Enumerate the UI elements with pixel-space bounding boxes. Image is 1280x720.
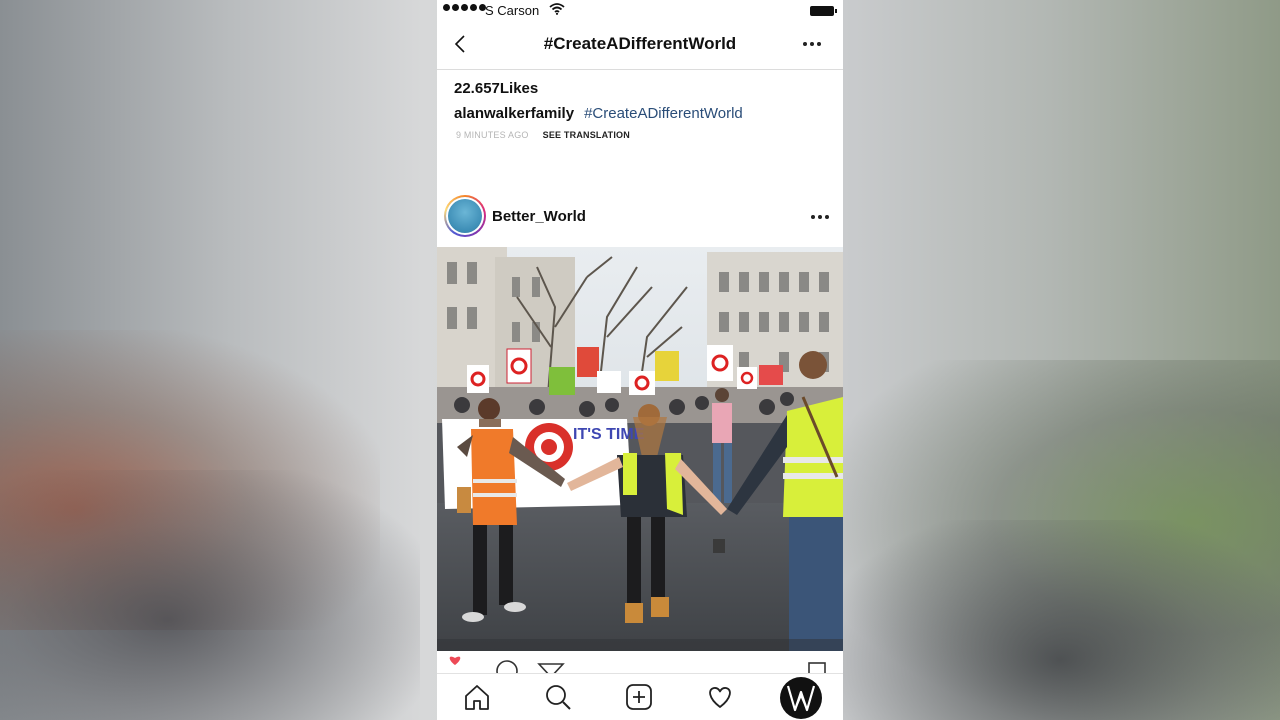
caption-username[interactable]: alanwalkerfamily: [454, 105, 574, 122]
home-tab[interactable]: [462, 682, 492, 712]
story-ring[interactable]: [444, 195, 486, 237]
activity-tab[interactable]: [705, 682, 735, 712]
home-icon: [465, 685, 489, 710]
see-translation-link[interactable]: SEE TRANSLATION: [543, 130, 630, 140]
post-action-bar: [437, 651, 843, 682]
signal-strength-icon: [443, 4, 486, 11]
caption: alanwalkerfamily #CreateADifferentWorld: [454, 105, 743, 122]
like-heart-icon[interactable]: [449, 656, 461, 665]
bookmark-icon[interactable]: [808, 662, 826, 678]
post-header: Better_World: [437, 192, 843, 242]
post-username[interactable]: Better_World: [492, 208, 586, 225]
more-options-icon[interactable]: [803, 42, 821, 46]
search-icon: [546, 685, 571, 710]
share-icon[interactable]: [537, 663, 565, 679]
add-post-tab[interactable]: [624, 682, 654, 712]
march-photo-illustration: IT'S TIME: [437, 247, 843, 651]
comment-icon[interactable]: [496, 660, 518, 682]
profile-tab[interactable]: [780, 677, 822, 719]
phone-screen: S Carson #CreateADifferentWorld 22.657Li…: [437, 0, 843, 720]
post-meta: 9 MINUTES AGO SEE TRANSLATION: [456, 130, 630, 140]
post-more-options-icon[interactable]: [811, 215, 829, 219]
avatar[interactable]: [446, 197, 484, 235]
profile-avatar: [786, 685, 816, 712]
background-blur-right-dark: [840, 520, 1280, 720]
post-photo[interactable]: IT'S TIME: [437, 247, 843, 651]
wifi-icon: [549, 3, 565, 15]
bottom-tab-bar: [437, 673, 843, 720]
activity-heart-icon: [709, 687, 731, 708]
background-blur-left-dark: [0, 470, 420, 720]
battery-icon: [810, 6, 837, 16]
caption-hashtag[interactable]: #CreateADifferentWorld: [584, 105, 743, 122]
banner-text: IT'S TIME: [573, 426, 645, 443]
page-title: #CreateADifferentWorld: [543, 34, 737, 53]
carrier-name: S Carson: [485, 3, 540, 18]
likes-count[interactable]: 22.657Likes: [454, 80, 538, 97]
status-bar: S Carson: [437, 0, 843, 22]
add-post-icon: [626, 684, 652, 710]
nav-bar: #CreateADifferentWorld: [437, 22, 843, 70]
search-tab[interactable]: [543, 682, 573, 712]
post-timestamp: 9 MINUTES AGO: [456, 130, 529, 140]
